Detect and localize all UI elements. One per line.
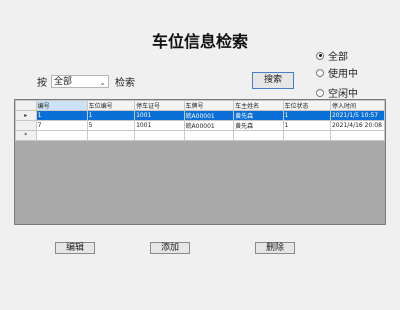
column-header[interactable]: 车位状态 [282,100,331,111]
column-header[interactable]: 车牌号 [183,100,235,111]
table-cell[interactable]: 1 [86,110,136,121]
column-header[interactable]: 停车证号 [134,100,185,111]
table-cell[interactable]: 2021/1/5 10:57 [329,110,385,121]
row-header-corner [15,100,37,111]
delete-button[interactable]: 删除 [255,242,295,254]
radio-free-label: 空闲中 [328,89,358,100]
table-cell[interactable]: 皖A00001 [183,120,235,131]
parking-data-grid[interactable]: 编号 车位编号 停车证号 车牌号 车主姓名 车位状态 停入时间 ▸ 1 1 10… [14,99,386,225]
column-header[interactable]: 编号 [35,100,88,111]
search-suffix-label: 检索 [115,78,135,89]
search-button[interactable]: 搜索 [252,72,294,89]
current-row-indicator[interactable]: ▸ [15,110,37,121]
edit-button[interactable]: 编辑 [55,242,95,254]
table-cell[interactable] [183,130,235,141]
radio-all-indicator[interactable] [316,51,324,60]
table-cell[interactable]: 皖A00001 [183,110,235,121]
table-cell[interactable] [134,130,185,141]
add-button[interactable]: 添加 [150,242,190,254]
table-cell[interactable] [329,130,385,141]
table-cell[interactable]: 黄先森 [233,110,284,121]
parking-table: 编号 车位编号 停车证号 车牌号 车主姓名 车位状态 停入时间 ▸ 1 1 10… [15,100,385,141]
table-cell[interactable]: 5 [86,120,136,131]
search-field-value: 全部 [54,77,73,87]
table-cell[interactable]: 1 [282,120,331,131]
radio-all[interactable]: 全部 [316,47,358,64]
radio-in-use-indicator[interactable] [316,68,324,77]
table-header-row: 编号 车位编号 停车证号 车牌号 车主姓名 车位状态 停入时间 [15,100,385,111]
search-prefix-label: 按 [37,78,47,89]
table-cell[interactable]: 1001 [134,110,185,121]
status-filter: 全部 使用中 空闲中 [316,47,358,101]
table-cell[interactable]: 黄先森 [233,120,284,131]
search-field-select[interactable]: 全部 ⌄ [51,75,109,88]
column-header[interactable]: 车主姓名 [233,100,284,111]
table-cell[interactable]: 7 [35,120,88,131]
column-header[interactable]: 车位编号 [86,100,136,111]
table-cell[interactable]: 1001 [134,120,185,131]
new-row[interactable]: * [15,130,385,141]
row-header[interactable] [15,120,37,131]
column-header[interactable]: 停入时间 [329,100,385,111]
radio-free-indicator[interactable] [316,88,324,97]
radio-all-label: 全部 [328,52,348,63]
table-row[interactable]: 7 5 1001 皖A00001 黄先森 1 2021/4/16 20:08 [15,120,385,131]
table-cell[interactable] [282,130,331,141]
table-cell[interactable]: 1 [282,110,331,121]
table-row[interactable]: ▸ 1 1 1001 皖A00001 黄先森 1 2021/1/5 10:57 [15,110,385,121]
table-cell[interactable]: 1 [35,110,88,121]
table-cell[interactable] [86,130,136,141]
radio-in-use[interactable]: 使用中 [316,64,358,81]
search-bar: 按 全部 ⌄ 检索 [37,74,135,89]
table-cell[interactable] [35,130,88,141]
table-cell[interactable]: 2021/4/16 20:08 [329,120,385,131]
chevron-down-icon[interactable]: ⌄ [99,76,106,89]
table-cell[interactable] [233,130,284,141]
radio-in-use-label: 使用中 [328,69,358,80]
new-row-indicator[interactable]: * [15,130,37,141]
